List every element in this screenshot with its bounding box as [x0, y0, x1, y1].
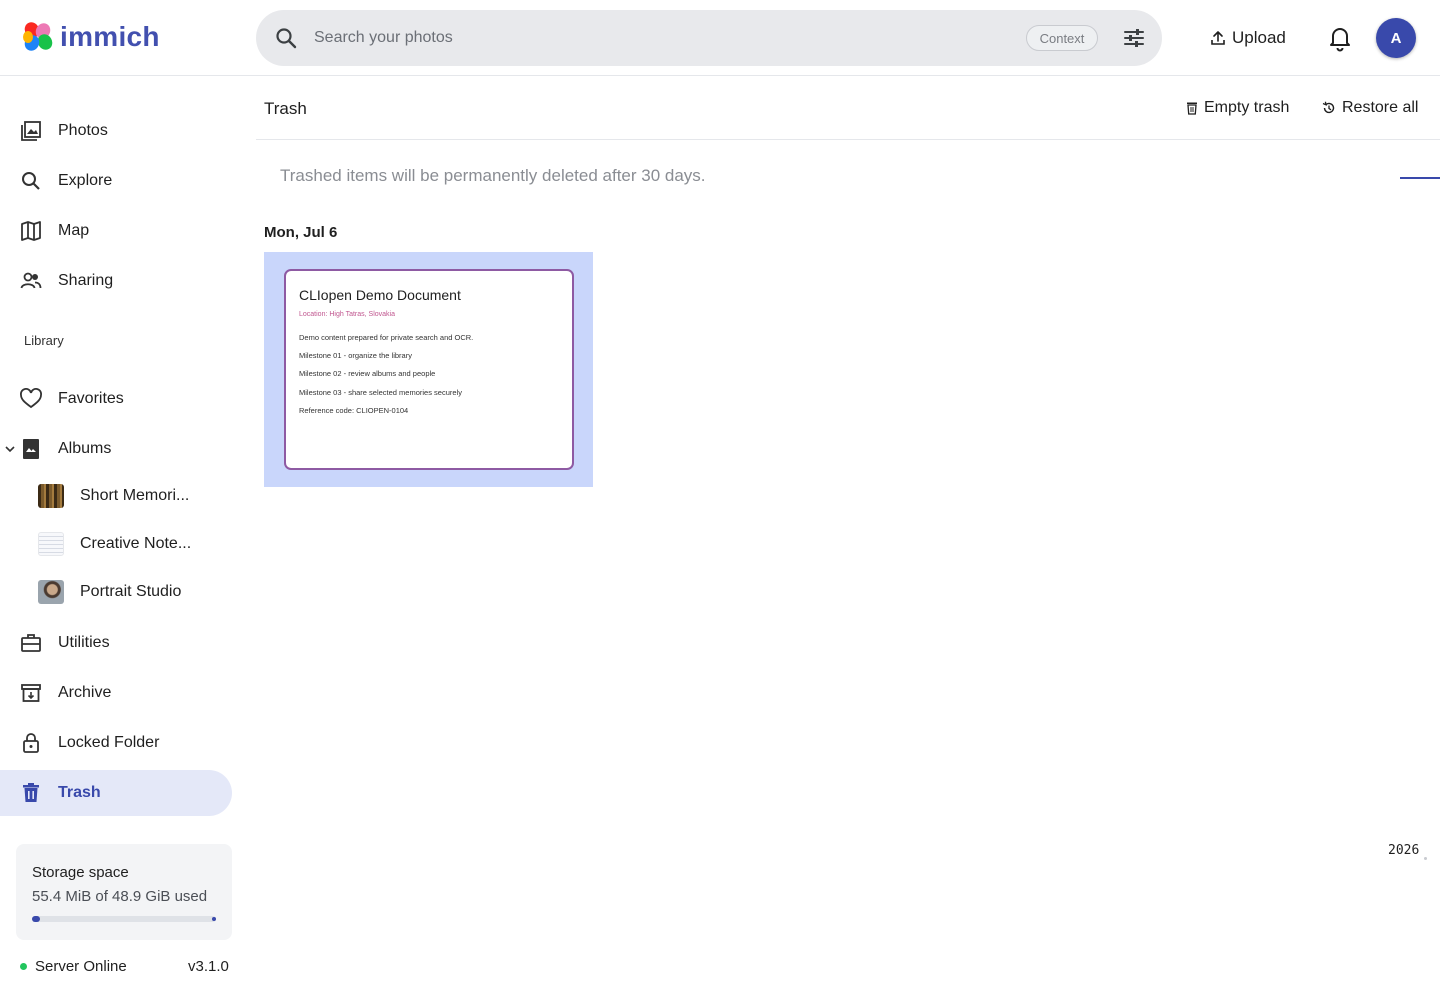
search-input[interactable]: [314, 24, 1014, 52]
storage-progress-end: [212, 917, 216, 921]
sidebar-item-albums[interactable]: Albums: [0, 426, 232, 472]
upload-button[interactable]: Upload: [1210, 24, 1286, 52]
server-version[interactable]: v3.1.0: [188, 958, 229, 975]
top-bar: immich Context Upload A: [0, 0, 1440, 76]
sidebar-item-label: Sharing: [58, 272, 114, 289]
restore-all-label: Restore all: [1342, 99, 1419, 116]
album-item-short-memories[interactable]: Short Memori...: [38, 481, 189, 511]
user-avatar[interactable]: A: [1376, 18, 1416, 58]
empty-trash-label: Empty trash: [1204, 99, 1290, 116]
document-title: CLIopen Demo Document: [299, 287, 461, 303]
archive-icon: [21, 684, 41, 702]
album-thumbnail: [38, 532, 64, 556]
toolbox-icon: [21, 634, 41, 652]
storage-progress-bar: [32, 916, 216, 922]
immich-logo-icon: [23, 22, 53, 51]
empty-trash-button[interactable]: Empty trash: [1186, 99, 1289, 117]
server-online-dot: [20, 963, 27, 970]
sidebar-item-label: Locked Folder: [58, 734, 160, 751]
document-line: Milestone 01 - organize the library: [299, 351, 412, 360]
sidebar-item-photos[interactable]: Photos: [0, 108, 232, 154]
document-preview: CLIopen Demo Document Location: High Tat…: [284, 269, 574, 470]
trash-icon: [1187, 102, 1197, 115]
sidebar-item-label: Albums: [58, 440, 112, 457]
album-label: Short Memori...: [80, 487, 190, 504]
sidebar-item-label: Trash: [58, 784, 101, 801]
document-line: Reference code: CLIOPEN-0104: [299, 406, 409, 415]
people-icon: [20, 272, 42, 289]
sidebar-item-label: Utilities: [58, 634, 110, 651]
sidebar-item-explore[interactable]: Explore: [0, 158, 232, 204]
server-status-text: Server Online: [35, 958, 127, 975]
album-label: Creative Note...: [80, 535, 192, 552]
storage-used-text: 55.4 MiB of 48.9 GiB used: [32, 888, 208, 905]
sidebar-item-utilities[interactable]: Utilities: [0, 620, 232, 666]
timeline-year-marker: [1424, 857, 1427, 860]
document-line: Milestone 02 - review albums and people: [299, 369, 436, 378]
filter-options-icon[interactable]: [1122, 26, 1146, 50]
lock-icon: [23, 733, 39, 753]
date-group-heading: Mon, Jul 6: [264, 224, 338, 241]
photos-icon: [21, 121, 41, 141]
album-item-portrait-studio[interactable]: Portrait Studio: [38, 577, 181, 607]
context-toggle[interactable]: Context: [1026, 25, 1098, 51]
sidebar-item-label: Photos: [58, 122, 108, 139]
trash-retention-notice: Trashed items will be permanently delete…: [280, 166, 706, 185]
page-header: Trash Empty trash Restore all: [256, 77, 1440, 140]
heart-icon: [20, 388, 42, 409]
document-location: Location: High Tatras, Slovakia: [299, 311, 395, 318]
timeline-scroll-indicator[interactable]: [1400, 177, 1440, 179]
app-logo[interactable]: immich: [20, 20, 160, 54]
sidebar-item-label: Explore: [58, 172, 113, 189]
page-title: Trash: [264, 99, 307, 118]
sidebar-item-label: Archive: [58, 684, 112, 701]
search-bar[interactable]: Context: [256, 10, 1162, 66]
document-line: Demo content prepared for private search…: [299, 333, 474, 342]
sidebar: Photos Explore Map Sharing Library Favor…: [0, 77, 248, 1000]
album-icon: [23, 439, 39, 459]
timeline-year-label[interactable]: 2026: [1388, 843, 1419, 858]
trash-icon: [23, 783, 39, 802]
sidebar-item-locked-folder[interactable]: Locked Folder: [0, 720, 232, 766]
search-icon[interactable]: [274, 26, 298, 50]
server-status: Server Online: [20, 958, 127, 975]
sidebar-item-map[interactable]: Map: [0, 208, 232, 254]
upload-icon: [1211, 31, 1225, 45]
sidebar-item-archive[interactable]: Archive: [0, 670, 232, 716]
notifications-bell-icon[interactable]: [1327, 24, 1353, 52]
album-thumbnail: [38, 580, 64, 604]
search-icon: [22, 172, 40, 190]
history-icon: [1322, 101, 1335, 114]
restore-all-button[interactable]: Restore all: [1322, 99, 1418, 117]
sidebar-item-label: Map: [58, 222, 90, 239]
sidebar-item-favorites[interactable]: Favorites: [0, 376, 232, 422]
document-line: Milestone 03 - share selected memories s…: [299, 388, 462, 397]
asset-thumbnail[interactable]: CLIopen Demo Document Location: High Tat…: [264, 252, 593, 487]
map-icon: [21, 221, 41, 241]
sidebar-item-trash[interactable]: Trash: [0, 770, 232, 816]
storage-title: Storage space: [32, 864, 129, 881]
album-item-creative-notes[interactable]: Creative Note...: [38, 529, 191, 559]
album-thumbnail: [38, 484, 64, 508]
upload-label: Upload: [1232, 28, 1286, 47]
library-section-label: Library: [24, 333, 64, 348]
sidebar-item-sharing[interactable]: Sharing: [0, 258, 232, 304]
sidebar-item-label: Favorites: [58, 390, 124, 407]
chevron-down-icon[interactable]: [4, 443, 16, 455]
storage-progress-fill: [32, 916, 40, 922]
app-name: immich: [60, 21, 160, 52]
storage-panel: Storage space 55.4 MiB of 48.9 GiB used: [16, 844, 232, 940]
album-label: Portrait Studio: [80, 583, 182, 600]
